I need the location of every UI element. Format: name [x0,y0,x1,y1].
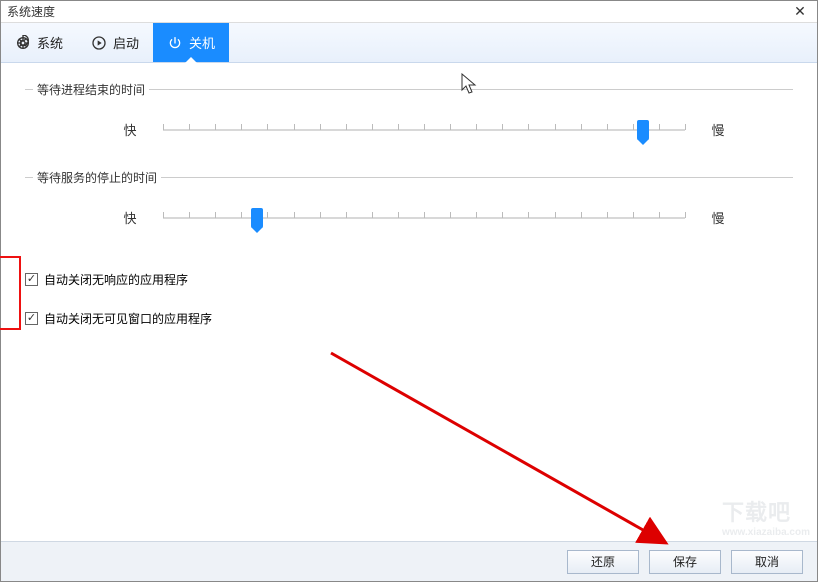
group-title: 等待进程结束的时间 [33,81,149,98]
content-area: 等待进程结束的时间 快 慢 等待服务的停止的时间 快 [1,63,817,541]
slider-tick [398,124,399,130]
group-header: 等待服务的停止的时间 [25,169,793,186]
slider-tick [424,212,425,218]
annotation-arrow [311,343,711,563]
slider-tick [633,124,634,130]
restore-button[interactable]: 还原 [567,550,639,574]
slider-label-fast: 快 [115,208,145,227]
slider-tick [685,124,686,130]
checkbox-label: 自动关闭无响应的应用程序 [44,271,188,288]
slider-tick [294,212,295,218]
slider-tick [685,212,686,218]
slider-tick [241,124,242,130]
power-icon [167,35,183,51]
close-icon[interactable]: ✕ [789,3,811,20]
slider-tick [267,212,268,218]
slider-process-end[interactable] [163,122,685,138]
slider-tick [215,212,216,218]
checkbox-label: 自动关闭无可见窗口的应用程序 [44,310,212,327]
slider-tick [346,124,347,130]
slider-tick [528,124,529,130]
slider-tick [476,124,477,130]
slider-tick [372,124,373,130]
slider-tick [502,124,503,130]
slider-tick [555,124,556,130]
annotation-highlight-checkboxes [0,256,21,330]
footer: 还原 保存 取消 [1,541,817,581]
slider-tick [346,212,347,218]
slider-tick [555,212,556,218]
divider [149,89,793,90]
slider-label-fast: 快 [115,120,145,139]
gear-icon [15,35,31,51]
slider-tick [215,124,216,130]
tab-system[interactable]: 系统 [1,23,77,62]
group-header: 等待进程结束的时间 [25,81,793,98]
tab-label: 关机 [189,33,215,52]
slider-tick [372,212,373,218]
slider-tick [502,212,503,218]
group-service-stop: 等待服务的停止的时间 快 慢 [25,169,793,227]
checkbox-row-unresponsive: 自动关闭无响应的应用程序 [25,271,793,288]
slider-tick [424,124,425,130]
slider-tick [450,212,451,218]
tab-shutdown[interactable]: 关机 [153,23,229,62]
slider-tick [189,124,190,130]
slider-label-slow: 慢 [703,120,733,139]
slider-tick [320,212,321,218]
slider-service-stop[interactable] [163,210,685,226]
slider-thumb[interactable] [251,208,263,228]
slider-tick [398,212,399,218]
divider [161,177,793,178]
checkbox-close-unresponsive[interactable] [25,273,38,286]
group-process-end: 等待进程结束的时间 快 慢 [25,81,793,139]
tab-startup[interactable]: 启动 [77,23,153,62]
slider-row: 快 慢 [25,208,793,227]
divider [25,89,33,90]
slider-tick [581,124,582,130]
slider-tick [320,124,321,130]
slider-tick [528,212,529,218]
checkbox-close-no-window[interactable] [25,312,38,325]
slider-tick [607,212,608,218]
slider-tick [581,212,582,218]
group-title: 等待服务的停止的时间 [33,169,161,186]
slider-tick [450,124,451,130]
save-button[interactable]: 保存 [649,550,721,574]
play-icon [91,35,107,51]
slider-label-slow: 慢 [703,208,733,227]
window-title: 系统速度 [7,3,789,20]
checkbox-row-no-window: 自动关闭无可见窗口的应用程序 [25,310,793,327]
divider [25,177,33,178]
slider-tick [607,124,608,130]
slider-tick [294,124,295,130]
slider-thumb[interactable] [637,120,649,140]
tab-label: 系统 [37,33,63,52]
cancel-button[interactable]: 取消 [731,550,803,574]
tab-bar: 系统 启动 关机 [1,23,817,63]
slider-tick [633,212,634,218]
titlebar: 系统速度 ✕ [1,1,817,23]
slider-tick [241,212,242,218]
slider-tick [163,124,164,130]
tab-label: 启动 [113,33,139,52]
slider-tick [659,212,660,218]
slider-row: 快 慢 [25,120,793,139]
slider-tick [267,124,268,130]
slider-tick [189,212,190,218]
settings-window: 系统速度 ✕ 系统 启动 关机 等待进程结束的时间 [0,0,818,582]
slider-tick [476,212,477,218]
slider-tick [659,124,660,130]
slider-tick [163,212,164,218]
